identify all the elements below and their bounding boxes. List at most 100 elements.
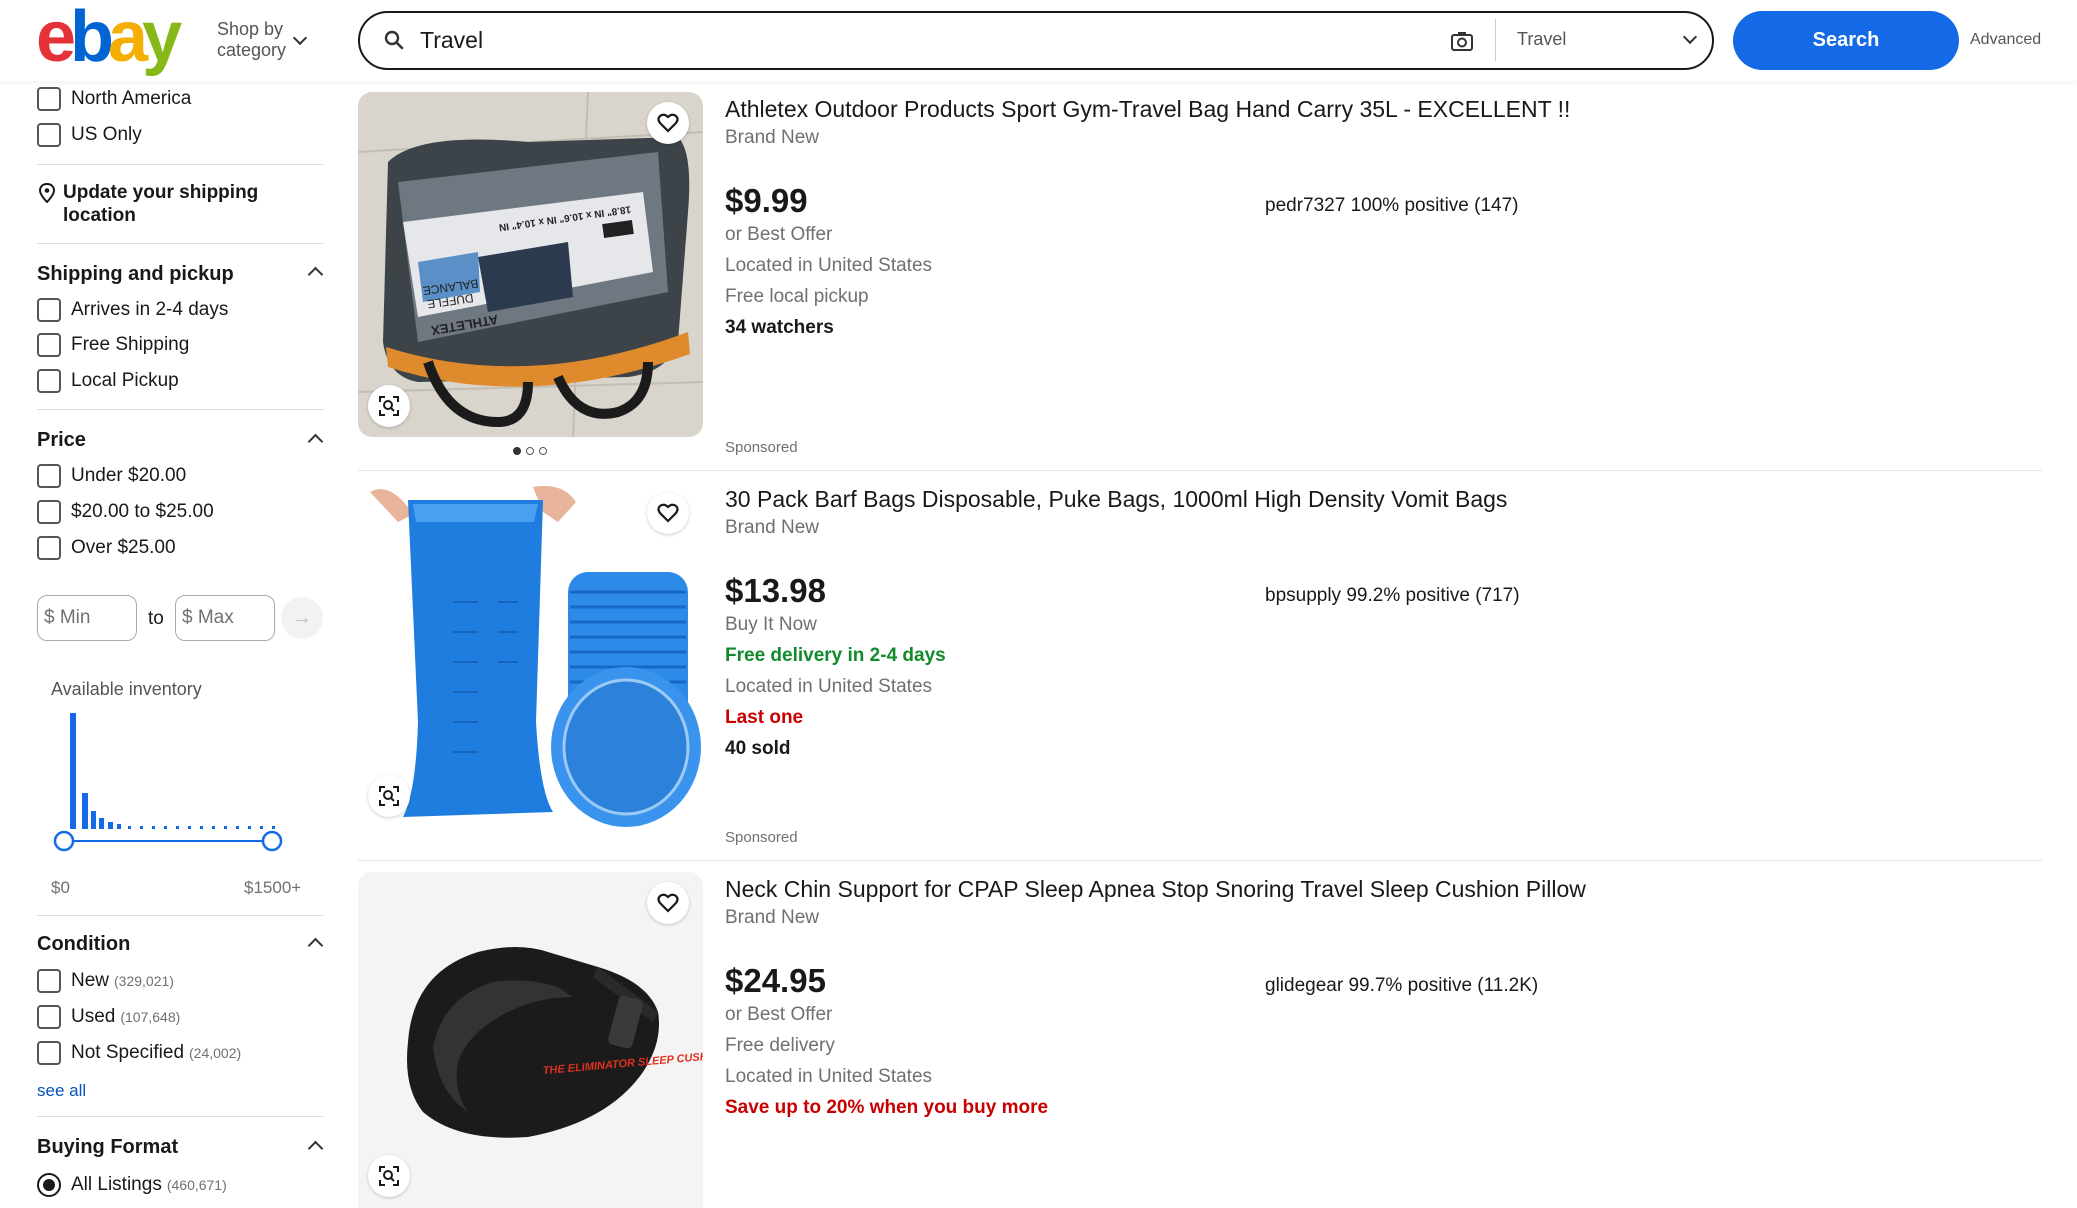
heart-icon — [657, 113, 679, 133]
listing-offer: or Best Offer — [725, 1004, 833, 1025]
logo-letter-e: e — [36, 0, 76, 77]
checkbox[interactable] — [37, 500, 61, 524]
listing-card[interactable]: THE ELIMINATOR SLEEP CUSHION Neck Chin S… — [358, 872, 2042, 1208]
advanced-search-link[interactable]: Advanced — [1970, 31, 2041, 49]
search-bar: Travel — [358, 11, 1714, 70]
checkbox[interactable] — [37, 333, 61, 357]
filter-arrives-2-4[interactable]: Arrives in 2-4 days — [37, 297, 228, 323]
visual-search-button[interactable] — [368, 1155, 410, 1197]
chevron-down-icon — [292, 30, 308, 46]
listing-condition: Brand New — [725, 517, 819, 538]
visual-search-button[interactable] — [368, 775, 410, 817]
filter-north-america[interactable]: North America — [37, 86, 191, 112]
sponsored-label[interactable]: Sponsored — [725, 439, 798, 456]
price-to-label: to — [148, 608, 164, 629]
inventory-histogram[interactable] — [50, 711, 300, 861]
max-price-input[interactable]: $ Max — [175, 595, 275, 641]
filter-condition-new[interactable]: New (329,021) — [37, 968, 174, 994]
arrow-right-icon: → — [292, 607, 312, 629]
watch-heart-button[interactable] — [647, 102, 689, 144]
divider — [37, 915, 324, 916]
shop-by-line2: category — [217, 40, 287, 60]
sponsored-label[interactable]: Sponsored — [725, 829, 798, 846]
buying-format-section-title[interactable]: Buying Format — [37, 1136, 178, 1159]
logo-letter-b: b — [70, 0, 114, 77]
category-select[interactable]: Travel — [1517, 29, 1566, 50]
listing-price: $13.98 — [725, 572, 826, 609]
search-divider — [1495, 19, 1496, 61]
listing-title[interactable]: 30 Pack Barf Bags Disposable, Puke Bags,… — [725, 486, 1507, 513]
carousel-dot[interactable] — [526, 447, 534, 455]
checkbox[interactable] — [37, 1041, 61, 1065]
radio-selected[interactable] — [37, 1173, 61, 1197]
watch-heart-button[interactable] — [647, 882, 689, 924]
listing-price: $9.99 — [725, 182, 808, 219]
update-shipping-location-link[interactable]: Update your shipping location — [37, 181, 297, 227]
histogram-max-label: $1500+ — [244, 878, 302, 897]
filter-free-shipping[interactable]: Free Shipping — [37, 332, 189, 358]
filter-20-to-25[interactable]: $20.00 to $25.00 — [37, 499, 214, 525]
listing-promo: Save up to 20% when you buy more — [725, 1097, 1049, 1118]
chevron-up-icon[interactable] — [307, 1140, 324, 1157]
image-carousel-dots[interactable] — [513, 447, 547, 455]
search-button[interactable]: Search — [1733, 11, 1959, 70]
filter-label: $20.00 to $25.00 — [71, 501, 214, 522]
filter-label: Not Specified — [71, 1042, 185, 1063]
ebay-logo[interactable]: ebay — [36, 0, 182, 77]
visual-search-icon — [379, 786, 399, 806]
divider — [37, 164, 324, 165]
filter-label: Free Shipping — [71, 334, 190, 355]
logo-letter-y: y — [142, 0, 182, 77]
checkbox[interactable] — [37, 87, 61, 111]
watch-heart-button[interactable] — [647, 492, 689, 534]
listing-buy-it-now: Buy It Now — [725, 614, 817, 635]
listing-image[interactable]: THE ELIMINATOR SLEEP CUSHION — [358, 872, 703, 1208]
checkbox[interactable] — [37, 123, 61, 147]
price-section-title[interactable]: Price — [37, 429, 86, 452]
filter-local-pickup[interactable]: Local Pickup — [37, 368, 179, 394]
chevron-up-icon[interactable] — [307, 433, 324, 450]
chevron-up-icon[interactable] — [307, 266, 324, 283]
listing-image[interactable] — [358, 482, 703, 827]
shop-by-category-button[interactable]: Shop by category — [217, 19, 286, 61]
min-price-input[interactable]: $ Min — [37, 595, 137, 641]
shipping-section-title[interactable]: Shipping and pickup — [37, 263, 234, 286]
listing-title[interactable]: Neck Chin Support for CPAP Sleep Apnea S… — [725, 876, 1586, 903]
listing-card[interactable]: 30 Pack Barf Bags Disposable, Puke Bags,… — [358, 482, 2042, 852]
filter-all-listings[interactable]: All Listings (460,671) — [37, 1172, 227, 1198]
search-input[interactable] — [420, 21, 1420, 59]
divider — [37, 243, 324, 244]
shop-by-line1: Shop by — [217, 19, 284, 39]
filter-condition-used[interactable]: Used (107,648) — [37, 1004, 180, 1030]
available-inventory-label: Available inventory — [51, 679, 202, 699]
carousel-dot[interactable] — [539, 447, 547, 455]
checkbox[interactable] — [37, 369, 61, 393]
listing-offer: or Best Offer — [725, 224, 833, 245]
listing-title[interactable]: Athletex Outdoor Products Sport Gym-Trav… — [725, 96, 1570, 123]
price-submit-button[interactable]: → — [281, 597, 323, 639]
chevron-up-icon[interactable] — [307, 937, 324, 954]
listing-delivery: Free delivery — [725, 1035, 835, 1056]
camera-icon[interactable] — [1450, 30, 1474, 52]
listing-pickup: Free local pickup — [725, 286, 869, 307]
checkbox[interactable] — [37, 1005, 61, 1029]
listing-stock-alert: Last one — [725, 707, 804, 728]
carousel-dot[interactable] — [513, 447, 521, 455]
checkbox[interactable] — [37, 536, 61, 560]
heart-icon — [657, 503, 679, 523]
checkbox[interactable] — [37, 969, 61, 993]
filter-under-20[interactable]: Under $20.00 — [37, 463, 186, 489]
filter-condition-not-specified[interactable]: Not Specified (24,002) — [37, 1040, 241, 1066]
range-max-handle — [261, 830, 283, 852]
checkbox[interactable] — [37, 298, 61, 322]
visual-search-button[interactable] — [368, 385, 410, 427]
checkbox[interactable] — [37, 464, 61, 488]
condition-see-all-link[interactable]: see all — [37, 1081, 86, 1101]
filter-label: New — [71, 970, 110, 991]
listing-image[interactable]: 18.8" IN x 10.6" IN x 10.4" IN BALANCE D… — [358, 92, 703, 437]
filter-over-25[interactable]: Over $25.00 — [37, 535, 176, 561]
listing-card[interactable]: 18.8" IN x 10.6" IN x 10.4" IN BALANCE D… — [358, 92, 2042, 462]
condition-section-title[interactable]: Condition — [37, 933, 130, 956]
filter-us-only[interactable]: US Only — [37, 122, 142, 148]
filter-label: North America — [71, 88, 192, 109]
